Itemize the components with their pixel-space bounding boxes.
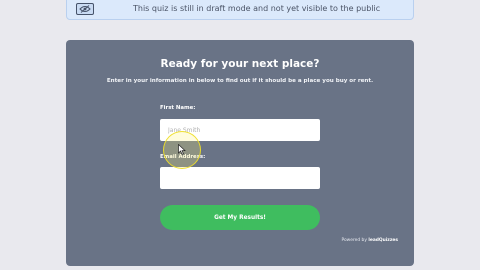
powered-by: Powered by leadQuizzes — [341, 238, 398, 243]
mouse-cursor-icon — [178, 144, 186, 155]
quiz-title: Ready for your next place? — [160, 58, 320, 70]
draft-mode-message: This quiz is still in draft mode and not… — [133, 4, 381, 13]
quiz-subtitle: Enter in your information in below to fi… — [106, 78, 374, 84]
powered-by-brand[interactable]: leadQuizzes — [368, 238, 398, 243]
quiz-card: Ready for your next place? Enter in your… — [66, 40, 414, 266]
eye-off-icon — [76, 3, 94, 15]
get-results-button[interactable]: Get My Results! — [160, 205, 320, 230]
powered-by-prefix: Powered by — [341, 238, 367, 243]
email-field[interactable] — [160, 167, 320, 189]
first-name-label: First Name: — [160, 105, 196, 111]
draft-mode-banner: This quiz is still in draft mode and not… — [66, 0, 414, 20]
